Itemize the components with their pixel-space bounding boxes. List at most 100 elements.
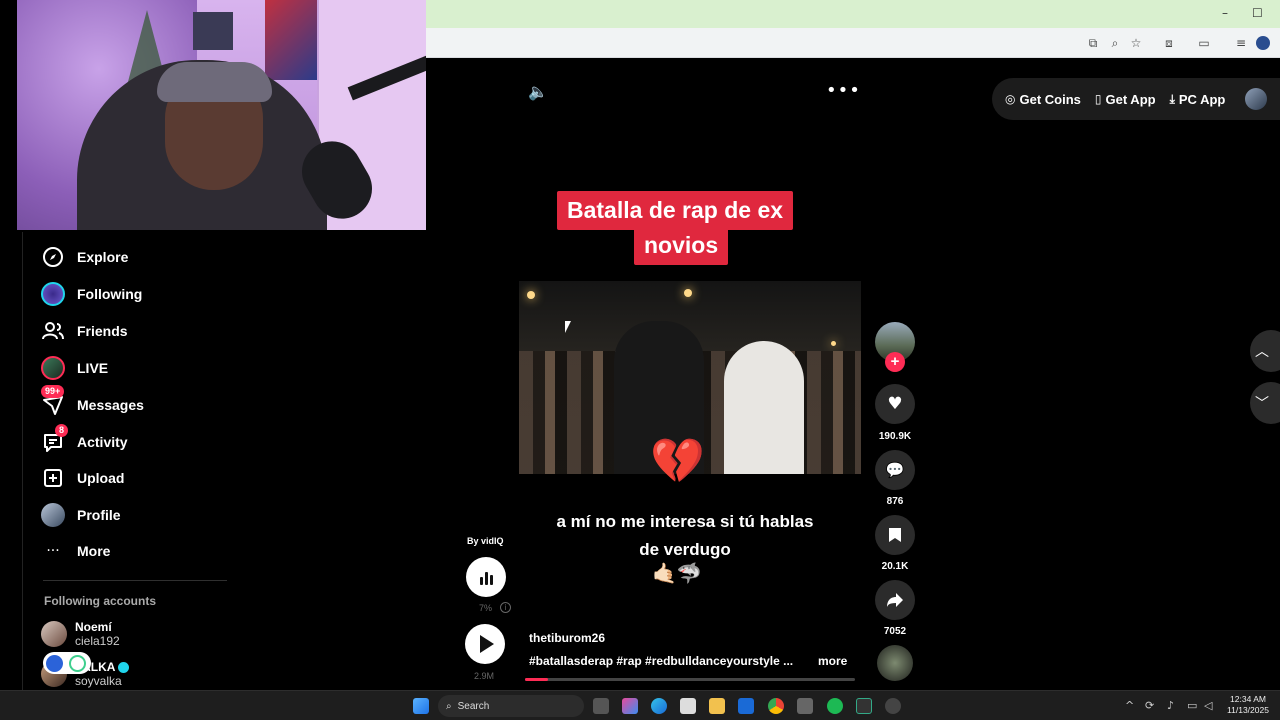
following-accounts-title: Following accounts <box>44 594 157 608</box>
taskbar-date: 11/13/2025 <box>1227 705 1269 715</box>
more-link[interactable]: more <box>818 654 847 668</box>
volume-tray-icon[interactable]: ◁ <box>1204 699 1212 712</box>
next-video-button[interactable]: ﹀ <box>1250 382 1280 424</box>
post-hashtags[interactable]: #batallasderap #rap #redbulldanceyoursty… <box>529 654 793 668</box>
volume-icon[interactable]: 🔈 <box>528 82 550 102</box>
vidiq-stats-button[interactable] <box>466 557 506 597</box>
save-count: 20.1K <box>881 561 909 572</box>
windows-taskbar: ⌕ Search ^ ⟳ ♪ ▭ ◁ 12:34 AM 11/13/2025 <box>0 690 1280 720</box>
sidebar-item-label: Explore <box>77 249 129 265</box>
share-button[interactable] <box>875 580 915 620</box>
bookmark-star-icon[interactable]: ☆ <box>1129 36 1143 50</box>
bar-chart-icon <box>479 577 483 585</box>
sidebar-item-live[interactable]: LIVE <box>41 353 108 383</box>
info-icon[interactable]: i <box>500 602 511 613</box>
extension-overlay-pill[interactable] <box>43 652 91 674</box>
browser-toolbar: ⧉ ⌕ ☆ ⧈ ▭ ≡ <box>426 28 1280 58</box>
user-avatar[interactable] <box>1245 88 1268 110</box>
video-title-line-1: Batalla de rap de ex <box>557 191 794 230</box>
account-name: Noemí <box>75 620 112 634</box>
chevron-down-icon: ﹀ <box>1255 396 1269 412</box>
like-button[interactable]: ♥ <box>875 384 915 424</box>
heart-icon: ♥ <box>887 394 903 414</box>
video-progress-bar[interactable] <box>525 678 855 681</box>
following-avatar-icon <box>41 282 65 306</box>
get-coins-button[interactable]: ◎ Get Coins <box>1005 92 1081 107</box>
broken-heart-icon: 💔 <box>650 436 705 487</box>
post-author[interactable]: thetiburom26 <box>529 631 605 645</box>
sidebar-item-explore[interactable]: Explore <box>41 242 128 272</box>
outlook-icon[interactable] <box>738 698 754 714</box>
windows-start-icon[interactable] <box>413 698 429 714</box>
activity-badge: 8 <box>55 424 69 437</box>
get-app-button[interactable]: ▯ Get App <box>1095 92 1156 107</box>
pc-app-label: PC App <box>1178 91 1226 107</box>
cast-icon[interactable]: ▭ <box>1197 36 1211 50</box>
sidebar-item-label: Following <box>77 286 143 302</box>
sidebar-item-label: Profile <box>77 507 121 523</box>
spotify-icon[interactable] <box>827 698 843 714</box>
microphone-icon[interactable]: ♪ <box>1167 699 1174 712</box>
taskbar-clock[interactable]: 12:34 AM 11/13/2025 <box>1222 694 1274 716</box>
zoom-icon[interactable]: ⌕ <box>1108 36 1122 50</box>
obs-icon[interactable] <box>885 698 901 714</box>
more-options-icon[interactable]: ••• <box>826 80 861 101</box>
maximize-button[interactable]: ☐ <box>1252 6 1263 20</box>
vidiq-label: By vidIQ <box>467 536 504 546</box>
follow-plus-icon[interactable]: + <box>885 352 905 372</box>
file-explorer-icon[interactable] <box>709 698 725 714</box>
network-icon[interactable]: ▭ <box>1187 699 1197 712</box>
sidebar-item-friends[interactable]: Friends <box>41 316 128 346</box>
browser-profile-avatar[interactable] <box>1256 36 1270 50</box>
copilot-icon[interactable] <box>622 698 638 714</box>
sidebar-item-messages[interactable]: 99+ Messages <box>41 385 144 420</box>
terminal-icon[interactable] <box>856 698 872 714</box>
save-button[interactable] <box>875 515 915 555</box>
music-disc[interactable] <box>877 645 913 681</box>
pc-app-button[interactable]: ⤓ PC App <box>1170 92 1226 107</box>
install-app-icon[interactable]: ⧉ <box>1086 36 1100 50</box>
extension-icon <box>46 654 63 672</box>
power-icon <box>69 654 86 672</box>
taskbar-time: 12:34 AM <box>1230 694 1266 704</box>
sidebar-item-more[interactable]: ··· More <box>41 536 110 566</box>
previous-video-button[interactable]: ︿ <box>1250 330 1280 372</box>
bookmark-icon <box>889 528 901 542</box>
tray-chevron-icon[interactable]: ^ <box>1125 699 1134 712</box>
sidebar-item-label: Activity <box>77 434 128 450</box>
task-view-icon[interactable] <box>593 698 609 714</box>
share-count: 7052 <box>883 626 907 637</box>
friends-icon <box>41 319 65 343</box>
minimize-button[interactable]: – <box>1222 6 1228 20</box>
account-avatar <box>41 621 67 647</box>
account-item[interactable]: Noemí ciela192 <box>41 620 120 648</box>
taskbar-search[interactable]: ⌕ Search <box>438 695 584 717</box>
play-button[interactable] <box>465 624 505 664</box>
sidebar-item-profile[interactable]: Profile <box>41 500 121 530</box>
app-icon[interactable] <box>797 698 813 714</box>
more-dots-icon: ··· <box>46 543 60 559</box>
caption-emojis: 🤙🏻🦈 <box>652 561 702 585</box>
compass-icon <box>41 245 65 269</box>
sidebar-item-upload[interactable]: Upload <box>41 463 124 493</box>
extensions-icon[interactable]: ⧈ <box>1162 36 1176 50</box>
video-caption-line-2: de verdugo <box>639 540 731 559</box>
sidebar-item-activity[interactable]: 8 Activity <box>41 424 128 457</box>
browser-title-bar: – ☐ <box>426 0 1280 28</box>
video-title-line-2: novios <box>634 226 729 265</box>
comment-button[interactable]: 💬 <box>875 450 915 490</box>
sidebar-item-following[interactable]: Following <box>41 279 142 309</box>
get-app-label: Get App <box>1105 91 1156 107</box>
sidebar-divider <box>43 580 227 581</box>
sync-icon[interactable]: ⟳ <box>1145 699 1154 712</box>
store-icon[interactable] <box>680 698 696 714</box>
streamer-webcam <box>17 0 426 230</box>
chevron-up-icon: ︿ <box>1255 344 1269 360</box>
comment-icon: 💬 <box>885 461 905 479</box>
media-control-icon[interactable]: ≡ <box>1234 36 1248 50</box>
mouse-cursor <box>565 321 571 333</box>
get-coins-label: Get Coins <box>1019 91 1081 107</box>
edge-icon[interactable] <box>651 698 667 714</box>
sidebar-item-label: Upload <box>77 470 125 486</box>
chrome-icon[interactable] <box>768 698 784 714</box>
